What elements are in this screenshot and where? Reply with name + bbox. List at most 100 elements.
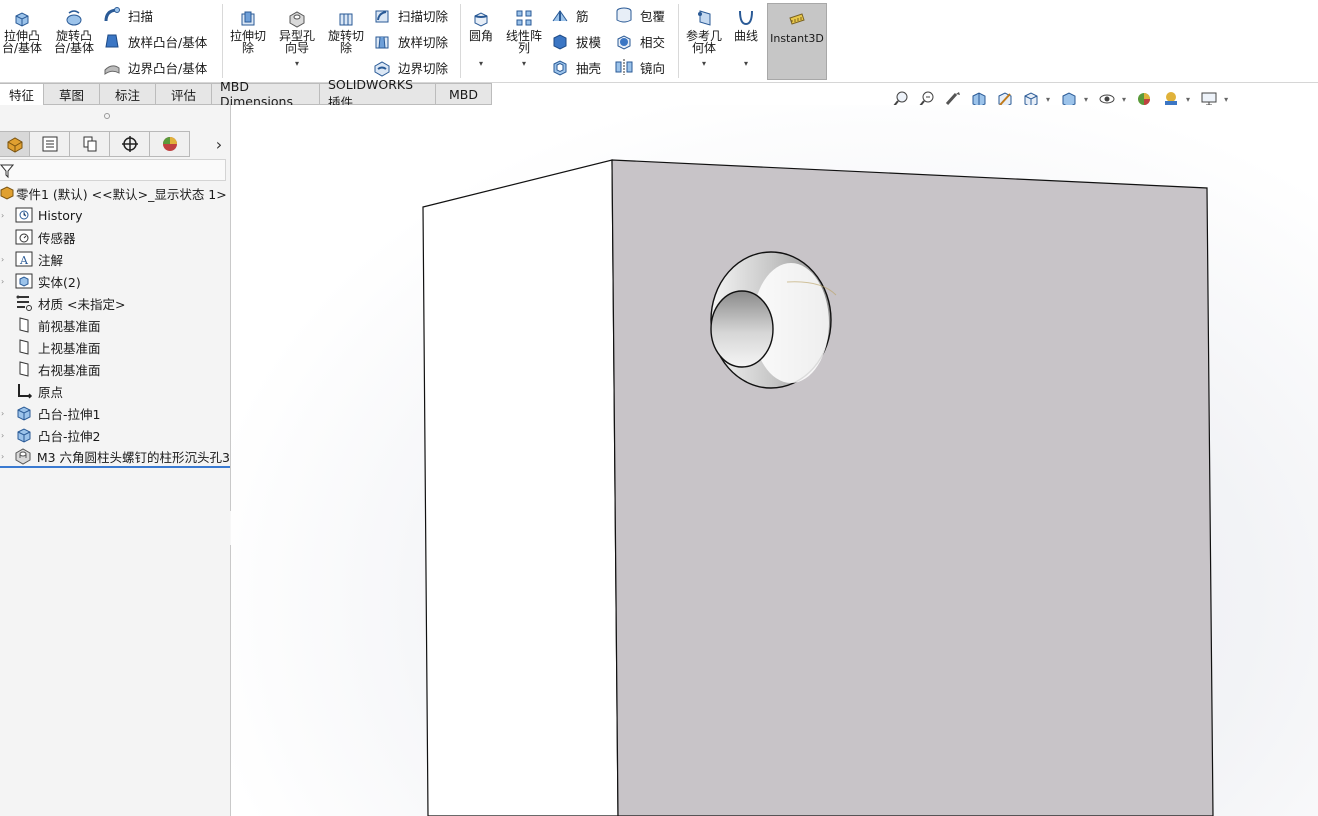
expand-arrow-icon[interactable]: › [0,277,14,286]
tree-root-part[interactable]: 零件1 (默认) <<默认>_显示状态 1> [0,182,230,204]
loft-boss-label: 放样凸台/基体 [128,34,208,50]
boundary-boss-button[interactable]: 边界凸台/基体 [102,57,207,77]
curves-label: 曲线 [733,29,758,43]
tree-item-origin[interactable]: 原点 [0,380,230,402]
tab-mbd[interactable]: MBD [436,83,492,105]
property-manager-tab[interactable] [30,131,70,157]
tree-item-label: 传感器 [38,230,76,246]
hide-show-dropdown-icon[interactable]: ▾ [1122,95,1126,104]
extrude-icon [14,403,34,423]
curves-button[interactable]: 曲线 ▾ [730,8,762,70]
graphics-area[interactable] [231,105,1318,816]
boundary-cut-button[interactable]: 边界切除 [372,57,448,77]
extrude-cut-button[interactable]: 拉伸切 除 [226,8,270,54]
wrap-button[interactable]: 包覆 [614,5,665,25]
tree-item-right-plane[interactable]: 右视基准面 [0,358,230,380]
tab-features[interactable]: 特征 [0,83,44,105]
tree-item-front-plane[interactable]: 前视基准面 [0,314,230,336]
configuration-manager-tab[interactable] [70,131,110,157]
tree-item-label: 凸台-拉伸1 [38,406,101,422]
wrap-icon [616,7,632,23]
revolve-cut-button[interactable]: 旋转切 除 [323,8,369,54]
loft-boss-icon [105,34,119,48]
instant3d-button[interactable]: Instant3D [767,3,827,80]
curves-dropdown-icon[interactable]: ▾ [744,58,748,70]
loft-cut-icon [375,36,389,49]
tree-item-annotations[interactable]: › A 注解 [0,248,230,270]
reference-geometry-button[interactable]: 参考几 何体 ▾ [682,8,726,70]
loft-boss-button[interactable]: 放样凸台/基体 [102,31,207,51]
display-manager-icon [162,137,177,151]
tree-item-sensors[interactable]: 传感器 [0,226,230,248]
part-model-view[interactable] [231,105,1318,816]
linear-pattern-dropdown-icon[interactable]: ▾ [522,58,526,70]
intersect-icon [617,35,631,50]
revolve-boss-button[interactable]: 旋转凸 台/基体 [51,8,97,54]
shell-icon [553,60,567,76]
shell-label: 抽壳 [576,60,602,76]
extrude-boss-icon [15,12,29,27]
linear-pattern-icon [516,10,532,26]
property-manager-icon [42,136,57,152]
reference-geometry-dropdown-icon[interactable]: ▾ [702,58,706,70]
tree-root-label: 零件1 (默认) <<默认>_显示状态 1> [16,186,227,202]
rib-button[interactable]: 筋 [550,5,589,25]
tree-item-label: 原点 [38,384,64,400]
tree-item-label: 上视基准面 [38,340,101,356]
tree-item-history[interactable]: › History [0,204,230,226]
tree-item-boss-extrude1[interactable]: › 凸台-拉伸1 [0,402,230,424]
sweep-icon [104,7,120,22]
revolve-cut-label: 旋转切 除 [327,29,364,55]
sweep-button[interactable]: 扫描 [102,5,153,25]
intersect-button[interactable]: 相交 [614,31,665,51]
tab-evaluate[interactable]: 评估 [156,83,212,105]
tree-item-top-plane[interactable]: 上视基准面 [0,336,230,358]
through-hole-edge[interactable] [710,290,774,368]
tree-item-label: M3 六角圆柱头螺钉的柱形沉头孔3 [36,449,230,465]
extrude-boss-button[interactable]: 拉伸凸 台/基体 [0,8,44,54]
tab-annotation[interactable]: 标注 [100,83,156,105]
tree-item-cbore-hole3[interactable]: › M3 六角圆柱头螺钉的柱形沉头孔3 [0,446,230,468]
view-orientation-dropdown-icon[interactable]: ▾ [1046,95,1050,104]
tree-item-solid-bodies[interactable]: › 实体(2) [0,270,230,292]
sweep-label: 扫描 [128,8,154,24]
front-face[interactable] [611,159,1214,816]
view-settings-dropdown-icon[interactable]: ▾ [1224,95,1228,104]
tab-mbd-dimensions[interactable]: MBD Dimensions [212,79,320,109]
shell-button[interactable]: 抽壳 [550,57,601,77]
tab-sketch[interactable]: 草图 [44,83,100,105]
apply-scene-dropdown-icon[interactable]: ▾ [1186,95,1190,104]
tree-item-boss-extrude2[interactable]: › 凸台-拉伸2 [0,424,230,446]
extrude-cut-icon [241,11,255,26]
expand-arrow-icon[interactable]: › [0,211,14,220]
display-manager-tab[interactable] [150,131,190,157]
linear-pattern-button[interactable]: 线性阵 列 ▾ [502,8,546,70]
tree-item-material[interactable]: 材质 <未指定> [0,292,230,314]
intersect-label: 相交 [640,34,666,50]
display-style-dropdown-icon[interactable]: ▾ [1084,95,1088,104]
tree-filter-bar[interactable] [0,159,226,181]
extrude-icon [14,425,34,445]
panel-grip-icon[interactable] [104,113,110,119]
sweep-cut-button[interactable]: 扫描切除 [372,5,448,25]
fillet-button[interactable]: 圆角 ▾ [464,8,498,70]
fillet-dropdown-icon[interactable]: ▾ [479,58,483,70]
draft-button[interactable]: 拔模 [550,31,601,51]
expand-arrow-icon[interactable]: › [0,452,14,461]
curves-icon [739,10,753,26]
expand-arrow-icon[interactable]: › [0,431,14,440]
hole-wizard-button[interactable]: 异型孔 向导 ▾ [274,8,320,70]
tab-solidworks-addins[interactable]: SOLIDWORKS 插件 [320,77,436,110]
left-face[interactable] [422,159,619,816]
loft-cut-button[interactable]: 放样切除 [372,31,448,51]
dimxpert-manager-tab[interactable] [110,131,150,157]
feature-manager-tab[interactable] [0,131,30,157]
tree-item-label: 注解 [38,252,64,268]
expand-arrow-icon[interactable]: › [0,255,14,264]
tree-item-label: 前视基准面 [38,318,101,334]
mirror-button[interactable]: 镜向 [614,57,665,77]
expand-arrow-icon[interactable]: › [0,409,14,418]
hole-wizard-dropdown-icon[interactable]: ▾ [295,58,299,70]
chevron-right-icon[interactable]: › [210,132,228,156]
manager-tabs [0,131,190,157]
